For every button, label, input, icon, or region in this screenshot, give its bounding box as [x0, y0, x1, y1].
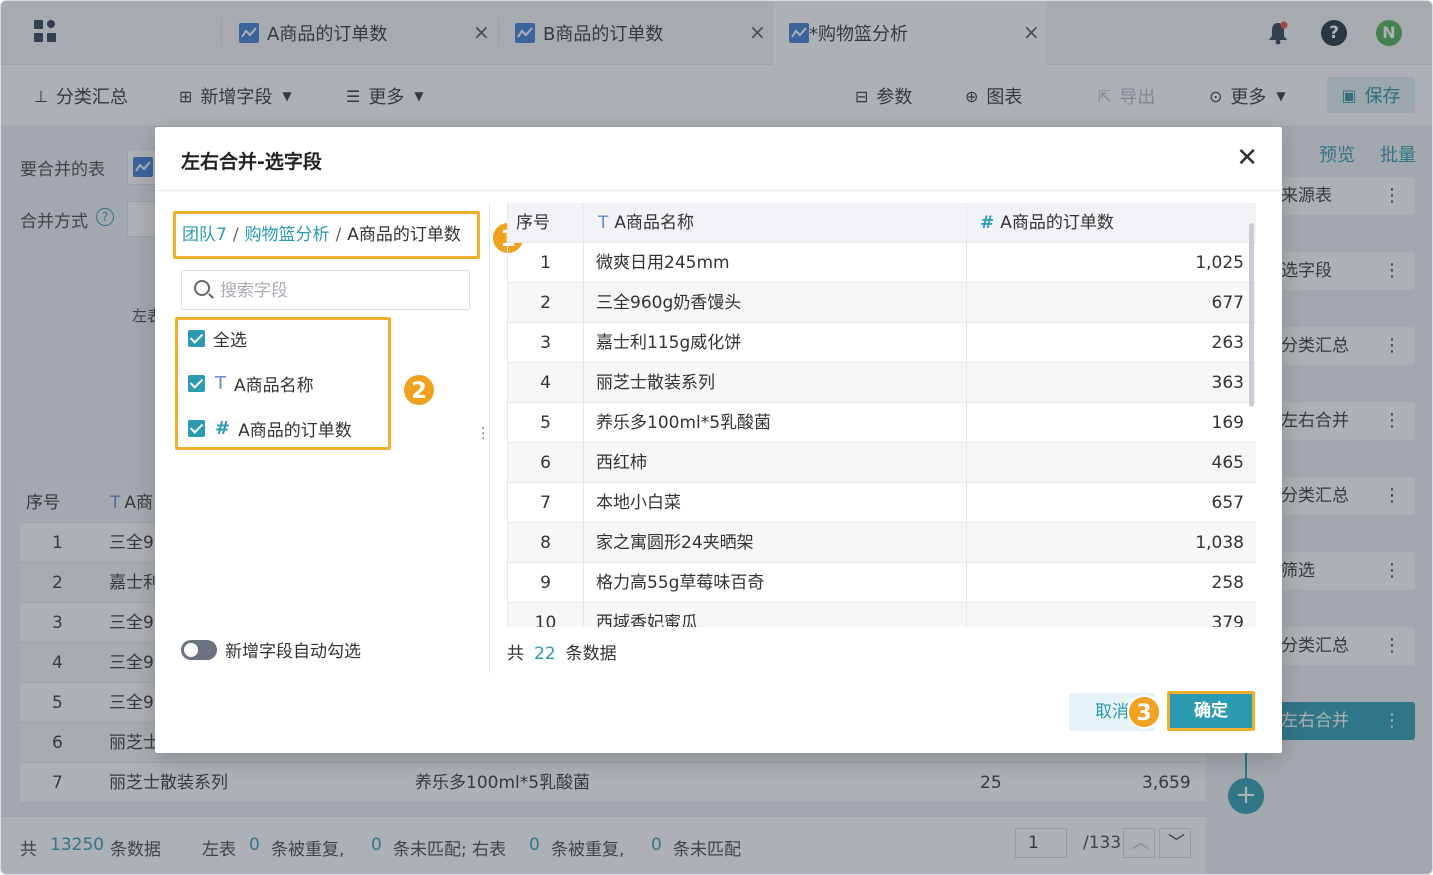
- auto-check-toggle-row: 新增字段自动勾选: [181, 637, 361, 662]
- breadcrumb-team[interactable]: 团队7: [182, 225, 227, 245]
- table-row: 7 本地小白菜 657: [508, 483, 1256, 523]
- cell-seq: 7: [540, 493, 551, 513]
- app-window: A商品的订单数 × B商品的订单数 × *购物篮分析 × ? N ⊥ 分类汇总: [0, 0, 1433, 875]
- field-item-order-count[interactable]: # A商品的订单数: [188, 415, 352, 441]
- panel-divider: [489, 203, 490, 673]
- header-seq: 序号: [516, 213, 550, 233]
- cell-seq: 4: [540, 373, 551, 393]
- close-icon[interactable]: ✕: [1236, 143, 1258, 173]
- confirm-button[interactable]: 确定: [1167, 691, 1255, 731]
- select-all-checkbox[interactable]: 全选: [188, 325, 247, 351]
- table-row: 1 微爽日用245mm 1,025: [508, 243, 1256, 283]
- search-input[interactable]: [220, 279, 460, 303]
- preview-total: 共 22 条数据: [507, 644, 617, 664]
- table-row: 10 西域香妃蜜瓜 379: [508, 603, 1256, 627]
- search-icon: [194, 280, 210, 296]
- cell-name: 西域香妃蜜瓜: [596, 613, 698, 627]
- cell-name: 西红柿: [596, 453, 647, 473]
- cell-count: 657: [1211, 493, 1244, 513]
- preview-scrollbar[interactable]: [1249, 223, 1254, 407]
- field-item-product-name[interactable]: T A商品名称: [188, 370, 314, 396]
- checkbox-checked-icon: [188, 329, 205, 347]
- header-count: # A商品的订单数: [980, 213, 1114, 233]
- cell-name: 本地小白菜: [596, 493, 681, 513]
- cell-seq: 2: [540, 293, 551, 313]
- checkbox-checked-icon: [188, 374, 205, 392]
- table-row: 8 家之寓圆形24夹晒架 1,038: [508, 523, 1256, 563]
- dialog-title: 左右合并-选字段: [181, 151, 322, 173]
- select-fields-dialog: 左右合并-选字段 ✕ 团队7/购物篮分析/A商品的订单数 1 全选 T A商品名…: [155, 127, 1282, 753]
- breadcrumb-current: A商品的订单数: [347, 225, 461, 245]
- cell-seq: 8: [540, 533, 551, 553]
- cell-name: 三全960g奶香馒头: [596, 293, 742, 313]
- table-row: 9 格力高55g草莓味百奇 258: [508, 563, 1256, 603]
- cell-count: 677: [1211, 293, 1244, 313]
- step-badge: 2: [402, 373, 436, 407]
- cell-count: 465: [1211, 453, 1244, 473]
- cell-name: 养乐多100ml*5乳酸菌: [596, 413, 772, 433]
- cell-name: 微爽日用245mm: [596, 253, 730, 273]
- cell-count: 169: [1211, 413, 1244, 433]
- dialog-header: 左右合并-选字段 ✕: [155, 127, 1282, 191]
- preview-header: 序号 T A商品名称 # A商品的订单数: [508, 203, 1256, 243]
- field-list: 全选 T A商品名称 # A商品的订单数: [175, 317, 391, 450]
- table-row: 3 嘉士利115g威化饼 263: [508, 323, 1256, 363]
- search-field[interactable]: [181, 270, 470, 310]
- cell-count: 1,038: [1195, 533, 1244, 553]
- cell-name: 嘉士利115g威化饼: [596, 333, 742, 353]
- cell-seq: 9: [540, 573, 551, 593]
- breadcrumb: 团队7/购物篮分析 / A商品的订单数: [173, 211, 480, 259]
- cell-count: 1,025: [1195, 253, 1244, 273]
- table-row: 5 养乐多100ml*5乳酸菌 169: [508, 403, 1256, 443]
- cell-name: 丽芝士散装系列: [596, 373, 715, 393]
- header-name: T A商品名称: [598, 213, 695, 233]
- number-type-icon: #: [215, 417, 231, 439]
- checkbox-checked-icon: [188, 419, 205, 437]
- preview-table: 序号 T A商品名称 # A商品的订单数 1 微爽日用245mm 1,025 2 三全960…: [507, 203, 1256, 627]
- cell-count: 379: [1211, 613, 1244, 627]
- cell-name: 格力高55g草莓味百奇: [596, 573, 765, 593]
- drag-handle-icon[interactable]: · · ·: [481, 422, 485, 446]
- table-row: 4 丽芝士散装系列 363: [508, 363, 1256, 403]
- cell-seq: 6: [540, 453, 551, 473]
- table-row: 6 西红柿 465: [508, 443, 1256, 483]
- cell-seq: 5: [540, 413, 551, 433]
- cell-seq: 10: [534, 613, 557, 627]
- cell-seq: 1: [540, 253, 551, 273]
- text-type-icon: T: [215, 372, 226, 394]
- auto-check-toggle[interactable]: [181, 639, 217, 660]
- cell-count: 263: [1211, 333, 1244, 353]
- breadcrumb-project[interactable]: 购物篮分析: [245, 225, 330, 245]
- cell-name: 家之寓圆形24夹晒架: [596, 533, 754, 553]
- step-badge: 3: [1127, 695, 1161, 729]
- table-row: 2 三全960g奶香馒头 677: [508, 283, 1256, 323]
- cell-seq: 3: [540, 333, 551, 353]
- cell-count: 258: [1211, 573, 1244, 593]
- cell-count: 363: [1211, 373, 1244, 393]
